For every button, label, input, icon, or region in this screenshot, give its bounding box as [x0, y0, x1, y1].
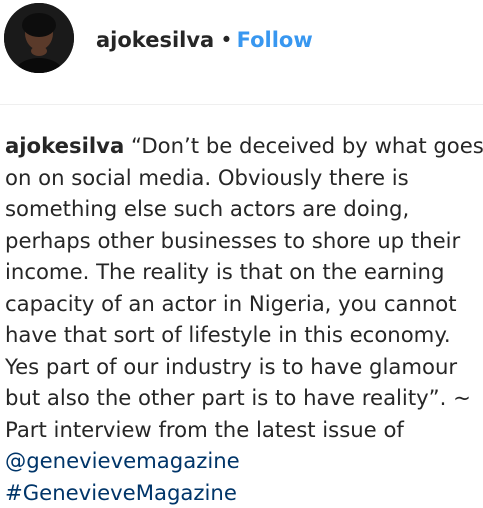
caption-text: perhaps other businesses to shore up the…	[5, 225, 479, 257]
hashtag-link[interactable]: #GenevieveMagazine	[5, 480, 237, 505]
divider	[0, 104, 483, 105]
caption-text: Part interview from the latest issue of	[5, 414, 479, 446]
username-link[interactable]: ajokesilva	[96, 28, 214, 52]
caption-hashtag-line: #GenevieveMagazine	[5, 477, 479, 508]
caption-mention-line: @genevievemagazine	[5, 445, 479, 477]
follow-button[interactable]: Follow	[237, 28, 313, 52]
caption-text: Yes part of our industry is to have glam…	[5, 351, 479, 383]
caption-username-link[interactable]: ajokesilva	[5, 133, 124, 158]
caption-text: on on social media. Obviously there is	[5, 162, 479, 194]
caption-line-1: ajokesilva “Don’t be deceived by what go…	[5, 130, 479, 162]
avatar[interactable]	[4, 3, 74, 73]
caption-text: “Don’t be deceived by what goes	[131, 133, 483, 158]
mention-link[interactable]: @genevievemagazine	[5, 448, 240, 473]
caption-text: income. The reality is that on the earni…	[5, 256, 479, 288]
caption-text: have that sort of lifestyle in this econ…	[5, 319, 479, 351]
avatar-image	[4, 3, 74, 73]
post-caption: ajokesilva “Don’t be deceived by what go…	[5, 130, 479, 508]
caption-text: capacity of an actor in Nigeria, you can…	[5, 288, 479, 320]
separator-dot: •	[220, 28, 232, 52]
post-header: ajokesilva•Follow	[0, 0, 483, 78]
username-row: ajokesilva•Follow	[96, 26, 313, 54]
caption-text: but also the other part is to have reali…	[5, 382, 479, 414]
caption-text: something else such actors are doing,	[5, 193, 479, 225]
